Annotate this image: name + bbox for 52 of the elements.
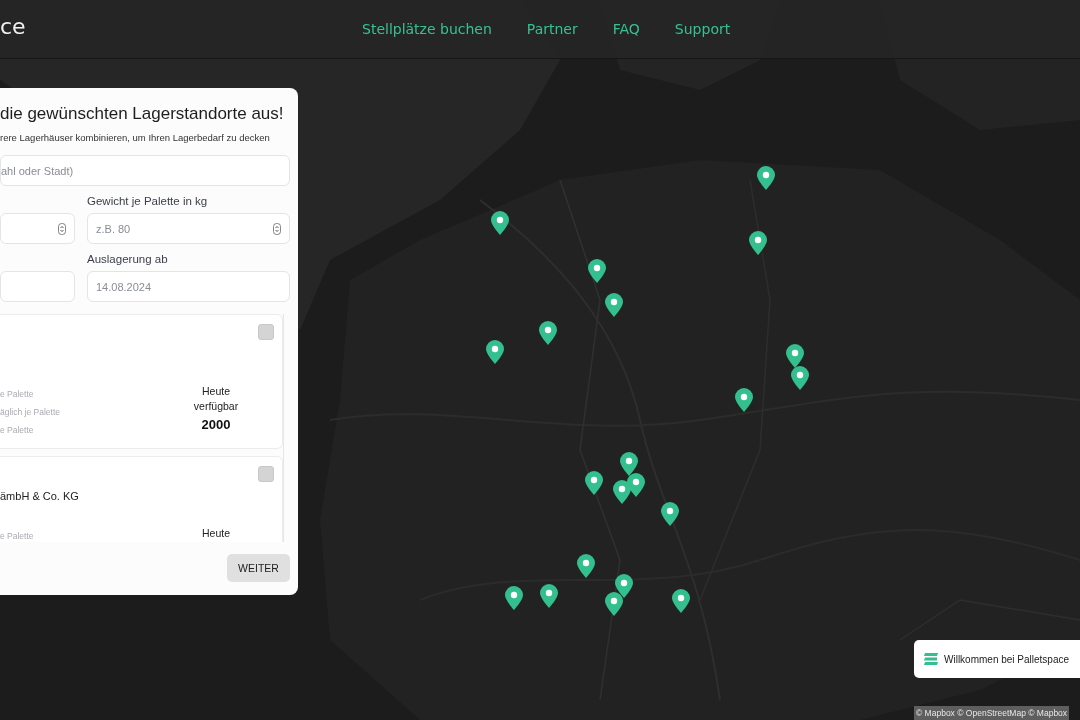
- price-label: e Palette: [0, 425, 35, 435]
- nav-link[interactable]: Support: [674, 21, 731, 37]
- nav-link[interactable]: FAQ: [612, 21, 640, 37]
- field-label: Auslagerung ab: [87, 253, 169, 267]
- panel-title: die gewünschten Lagerstandorte aus!: [0, 104, 285, 124]
- checkbox[interactable]: [258, 466, 274, 482]
- date-field[interactable]: 14.08.2024: [87, 271, 290, 302]
- map-pin-icon[interactable]: [613, 480, 631, 504]
- map-pin-icon[interactable]: [605, 293, 623, 317]
- number-field[interactable]: [0, 213, 75, 244]
- map-pin-icon[interactable]: [505, 586, 523, 610]
- map-pin-icon[interactable]: [661, 502, 679, 526]
- number-field[interactable]: z.B. 80: [87, 213, 290, 244]
- map-pin-icon[interactable]: [539, 321, 557, 345]
- warehouse-card[interactable]: e Palette äglich je Palette e Palette Heute verfügbar 2000: [0, 314, 283, 449]
- map-pin-icon[interactable]: [588, 259, 606, 283]
- search-field[interactable]: ahl oder Stadt): [0, 155, 290, 186]
- availability-label: Heute verfügbar: [192, 384, 240, 414]
- map-pin-icon[interactable]: [615, 574, 633, 598]
- map-pin-icon[interactable]: [585, 471, 603, 495]
- price-label: äglich je Palette: [0, 407, 60, 417]
- map-pin-icon[interactable]: [491, 211, 509, 235]
- nav-link[interactable]: Stellplätze buchen: [362, 21, 492, 37]
- map-pin-icon[interactable]: [620, 452, 638, 476]
- spinner-icon[interactable]: [273, 223, 281, 235]
- logo-icon: [924, 653, 938, 665]
- map-pin-icon[interactable]: [757, 166, 775, 190]
- map-pin-icon[interactable]: [577, 554, 595, 578]
- map-pin-icon[interactable]: [791, 366, 809, 390]
- price-label: e Palette: [0, 389, 35, 399]
- map-pin-icon[interactable]: [749, 231, 767, 255]
- map-pin-icon[interactable]: [735, 388, 753, 412]
- panel-subtitle: rere Lagerhäuser kombinieren, um Ihren Lagerbedarf zu decken: [0, 132, 271, 143]
- date-field[interactable]: [0, 271, 75, 302]
- field-label: Gewicht je Palette in kg: [87, 195, 209, 209]
- warehouse-name: ämbH & Co. KG: [0, 490, 80, 504]
- map-attribution: © Mapbox © OpenStreetMap © Mapbox: [914, 706, 1070, 720]
- nav-link[interactable]: Partner: [526, 21, 578, 37]
- availability-label: Heute: [202, 526, 230, 541]
- logo[interactable]: ce: [0, 14, 26, 39]
- map-pin-icon[interactable]: [786, 344, 804, 368]
- checkbox[interactable]: [258, 324, 274, 340]
- map-pin-icon[interactable]: [672, 589, 690, 613]
- map-pin-icon[interactable]: [486, 340, 504, 364]
- price-label: e Palette: [0, 531, 34, 541]
- warehouse-card[interactable]: ämbH & Co. KG e Palette Heute: [0, 456, 283, 542]
- toast-message: Willkommen bei Palletspace: [944, 653, 1070, 665]
- available-count: 2000: [201, 417, 231, 432]
- spinner-icon[interactable]: [58, 223, 66, 235]
- next-button[interactable]: WEITER: [227, 554, 290, 582]
- map-pin-icon[interactable]: [540, 584, 558, 608]
- map-pin-icon[interactable]: [605, 592, 623, 616]
